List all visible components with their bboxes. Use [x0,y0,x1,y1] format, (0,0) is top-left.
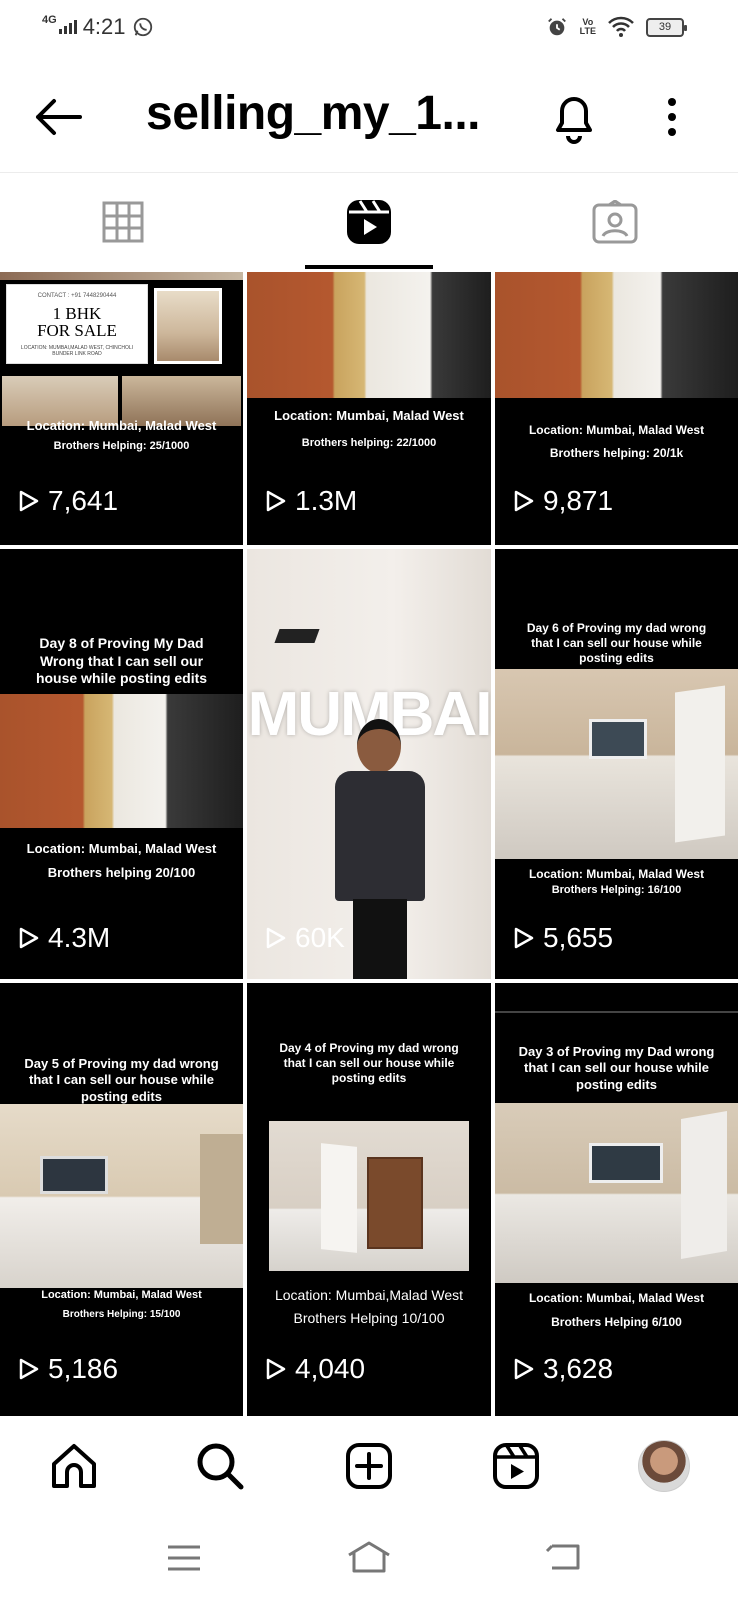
reels-icon [347,200,391,244]
door-photo [247,272,491,398]
reel-tile[interactable]: Day 5 of Proving my dad wrong that I can… [0,983,243,1416]
grid-icon [102,201,144,243]
reel-tile[interactable]: Day 6 of Proving my dad wrong that I can… [495,549,738,979]
reel-caption: Location: Mumbai,Malad West [274,1287,464,1303]
play-icon [266,1358,286,1380]
alarm-icon [547,18,566,36]
room-photo [154,288,222,364]
reel-caption: Brothers Helping: 15/100 [62,1309,181,1320]
whatsapp-icon [133,17,152,37]
reel-title: Day 5 of Proving my dad wrong that I can… [24,1056,219,1104]
view-count: 60K [265,922,345,954]
battery-icon: 39 [646,17,687,37]
reel-caption: Brothers helping 20/100 [47,865,196,880]
nav-home[interactable] [46,1438,102,1494]
play-icon [19,927,39,949]
play-icon [266,490,286,512]
reel-title: Day 6 of Proving my dad wrong that I can… [526,621,707,665]
reels-grid: CONTACT : +91 7448290444 1 BHK FOR SALE … [0,272,738,1416]
reel-caption: Brothers Helping: 16/100 [551,884,682,896]
view-count: 9,871 [513,485,613,517]
reel-caption: Location: Mumbai, Malad West [26,841,217,856]
reel-tile[interactable]: CONTACT : +91 7448290444 1 BHK FOR SALE … [0,272,243,545]
profile-tabs [0,172,738,270]
reel-caption: Brothers Helping: 25/1000 [53,440,190,452]
reel-caption: Location: Mumbai, Malad West [528,1291,705,1305]
play-icon [514,490,534,512]
room-photo [495,1103,738,1283]
bottom-navigation [0,1416,738,1516]
play-icon [19,490,39,512]
reel-tile[interactable]: Day 4 of Proving my dad wrong that I can… [247,983,491,1416]
nav-search[interactable] [192,1438,248,1494]
wifi-icon [608,16,634,37]
home-icon [52,1444,96,1488]
profile-header: selling_my_1... [0,72,738,164]
network-type: 4G [42,14,57,26]
reel-caption: Location: Mumbai, Malad West [41,1289,202,1301]
create-icon [346,1443,392,1489]
reel-tile[interactable]: MUMBAI 60K [247,549,491,979]
tagged-person-icon [592,200,638,244]
view-count: 7,641 [18,485,118,517]
reel-caption: Location: Mumbai, Malad West [26,418,217,433]
play-icon [266,927,286,949]
volte-indicator: Vo LTE [579,17,596,36]
for-sale-flyer: CONTACT : +91 7448290444 1 BHK FOR SALE … [6,284,148,364]
reel-caption: Brothers helping: 22/1000 [301,437,437,449]
back-key-icon[interactable] [544,1542,582,1572]
status-time: 4:21 [82,14,126,39]
tab-tagged[interactable] [492,173,738,271]
reels-icon [493,1443,539,1489]
reel-tile[interactable]: Day 3 of Proving my Dad wrong that I can… [495,983,738,1416]
reel-tile[interactable]: Location: Mumbai, Malad West Brothers he… [247,272,491,545]
tab-grid[interactable] [0,173,246,271]
room-photo [269,1121,469,1271]
back-arrow-icon[interactable] [30,94,86,140]
notification-bell-icon[interactable] [548,88,600,146]
reel-tile[interactable]: Day 8 of Proving My Dad Wrong that I can… [0,549,243,979]
menu-icon[interactable] [166,1544,202,1572]
reel-tile[interactable]: Location: Mumbai, Malad West Brothers he… [495,272,738,545]
nav-create[interactable] [341,1438,397,1494]
room-photo [495,669,738,859]
play-icon [19,1358,39,1380]
tab-reels[interactable] [246,173,492,271]
signal-icon [58,20,77,34]
reel-caption: Location: Mumbai, Malad West [528,867,705,881]
reel-title: Day 4 of Proving my dad wrong that I can… [279,1041,459,1085]
profile-avatar [638,1440,690,1492]
door-photo [0,694,243,828]
view-count: 4.3M [18,922,110,954]
play-icon [514,927,534,949]
page-title: selling_my_1... [146,87,481,140]
view-count: 5,655 [513,922,613,954]
reel-title: Day 3 of Proving my Dad wrong that I can… [518,1044,715,1092]
system-navigation [0,1516,738,1600]
play-icon [514,1358,534,1380]
view-count: 4,040 [265,1353,365,1385]
home-key-icon[interactable] [346,1540,392,1574]
nav-profile[interactable] [636,1438,692,1494]
reel-title: Day 8 of Proving My Dad Wrong that I can… [35,635,208,686]
reel-caption: Location: Mumbai, Malad West [528,423,705,437]
view-count: 3,628 [513,1353,613,1385]
more-options-icon[interactable] [660,94,684,140]
reel-caption: Brothers helping: 20/1k [549,446,684,460]
search-icon [197,1443,244,1490]
reel-caption: Brothers Helping 6/100 [551,1315,682,1329]
view-count: 5,186 [18,1353,118,1385]
door-photo [495,272,738,398]
view-count: 1.3M [265,485,357,517]
status-bar: 4G 4:21 Vo LTE 39 [0,0,738,56]
nav-reels[interactable] [488,1438,544,1494]
room-photo [0,1104,243,1288]
reel-caption: Brothers Helping 10/100 [293,1310,445,1326]
active-tab-indicator [305,265,433,269]
reel-caption: Location: Mumbai, Malad West [274,408,464,423]
